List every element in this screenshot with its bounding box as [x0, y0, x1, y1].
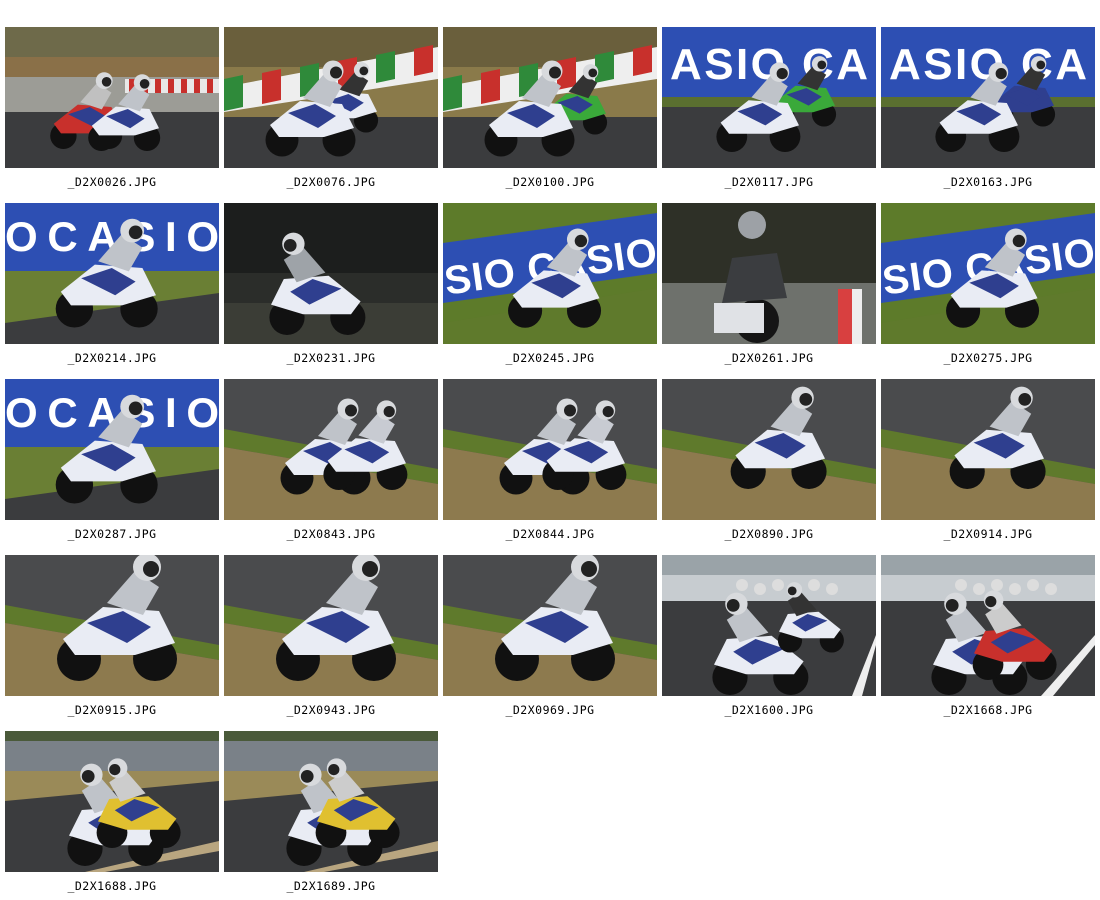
photo-image[interactable] — [443, 555, 657, 696]
photo-filename[interactable]: _D2X0245.JPG — [443, 351, 657, 365]
photo-filename[interactable]: _D2X0100.JPG — [443, 175, 657, 189]
photo-filename[interactable]: _D2X1689.JPG — [224, 879, 438, 893]
photo-image[interactable] — [662, 555, 876, 696]
photo-filename[interactable]: _D2X0843.JPG — [224, 527, 438, 541]
photo-thumbnail[interactable]: _D2X0100.JPG — [443, 27, 657, 195]
photo-image[interactable] — [224, 203, 438, 344]
photo-image[interactable]: SIO CASIO — [881, 203, 1095, 344]
photo-thumbnail[interactable]: _D2X0969.JPG — [443, 555, 657, 723]
photo-image[interactable] — [443, 27, 657, 168]
photo-thumbnail[interactable]: ASIO CA _D2X0163.JPG — [881, 27, 1095, 195]
photo-thumbnail[interactable]: _D2X0914.JPG — [881, 379, 1095, 547]
photo-image[interactable] — [443, 379, 657, 520]
photo-thumbnail[interactable]: _D2X0026.JPG — [5, 27, 219, 195]
photo-filename[interactable]: _D2X0163.JPG — [881, 175, 1095, 189]
photo-thumbnail[interactable]: OCASIO _D2X0214.JPG — [5, 203, 219, 371]
photo-image[interactable] — [662, 379, 876, 520]
photo-image[interactable] — [881, 379, 1095, 520]
photo-filename[interactable]: _D2X0890.JPG — [662, 527, 876, 541]
photo-thumbnail[interactable]: _D2X0231.JPG — [224, 203, 438, 371]
photo-thumbnail[interactable]: _D2X1668.JPG — [881, 555, 1095, 723]
photo-filename[interactable]: _D2X0117.JPG — [662, 175, 876, 189]
photo-image[interactable] — [224, 731, 438, 872]
photo-thumbnail[interactable]: _D2X0943.JPG — [224, 555, 438, 723]
photo-image[interactable] — [5, 731, 219, 872]
photo-thumbnail[interactable]: SIO CASIO _D2X0275.JPG — [881, 203, 1095, 371]
photo-image[interactable] — [662, 203, 876, 344]
photo-filename[interactable]: _D2X0026.JPG — [5, 175, 219, 189]
photo-image[interactable]: SIO CASIO — [443, 203, 657, 344]
photo-filename[interactable]: _D2X0915.JPG — [5, 703, 219, 717]
photo-thumbnail[interactable]: _D2X0890.JPG — [662, 379, 876, 547]
photo-image[interactable] — [224, 27, 438, 168]
photo-image[interactable]: OCASIO — [5, 203, 219, 344]
thumbnail-grid: _D2X0026.JPG _D2X0076.JPG _D2X0100.JPG A… — [5, 27, 1095, 899]
photo-filename[interactable]: _D2X0969.JPG — [443, 703, 657, 717]
photo-filename[interactable]: _D2X0076.JPG — [224, 175, 438, 189]
photo-thumbnail[interactable]: ASIO CA _D2X0117.JPG — [662, 27, 876, 195]
photo-thumbnail[interactable]: _D2X0076.JPG — [224, 27, 438, 195]
photo-image[interactable]: ASIO CA — [662, 27, 876, 168]
photo-filename[interactable]: _D2X0231.JPG — [224, 351, 438, 365]
photo-filename[interactable]: _D2X0261.JPG — [662, 351, 876, 365]
photo-thumbnail[interactable]: _D2X0843.JPG — [224, 379, 438, 547]
photo-filename[interactable]: _D2X1600.JPG — [662, 703, 876, 717]
photo-thumbnail[interactable]: _D2X1688.JPG — [5, 731, 219, 899]
photo-image[interactable] — [224, 379, 438, 520]
photo-filename[interactable]: _D2X0943.JPG — [224, 703, 438, 717]
photo-thumbnail[interactable]: _D2X0261.JPG — [662, 203, 876, 371]
photo-image[interactable] — [881, 555, 1095, 696]
photo-filename[interactable]: _D2X0844.JPG — [443, 527, 657, 541]
photo-thumbnail[interactable]: SIO CASIO _D2X0245.JPG — [443, 203, 657, 371]
photo-thumbnail[interactable]: _D2X0915.JPG — [5, 555, 219, 723]
photo-filename[interactable]: _D2X0914.JPG — [881, 527, 1095, 541]
photo-filename[interactable]: _D2X0214.JPG — [5, 351, 219, 365]
photo-filename[interactable]: _D2X0275.JPG — [881, 351, 1095, 365]
photo-image[interactable]: OCASIO — [5, 379, 219, 520]
photo-filename[interactable]: _D2X1688.JPG — [5, 879, 219, 893]
photo-image[interactable] — [5, 555, 219, 696]
photo-thumbnail[interactable]: OCASIO _D2X0287.JPG — [5, 379, 219, 547]
photo-filename[interactable]: _D2X1668.JPG — [881, 703, 1095, 717]
photo-image[interactable] — [5, 27, 219, 168]
photo-image[interactable] — [224, 555, 438, 696]
photo-thumbnail[interactable]: _D2X1600.JPG — [662, 555, 876, 723]
photo-filename[interactable]: _D2X0287.JPG — [5, 527, 219, 541]
photo-image[interactable]: ASIO CA — [881, 27, 1095, 168]
photo-thumbnail[interactable]: _D2X1689.JPG — [224, 731, 438, 899]
photo-thumbnail[interactable]: _D2X0844.JPG — [443, 379, 657, 547]
